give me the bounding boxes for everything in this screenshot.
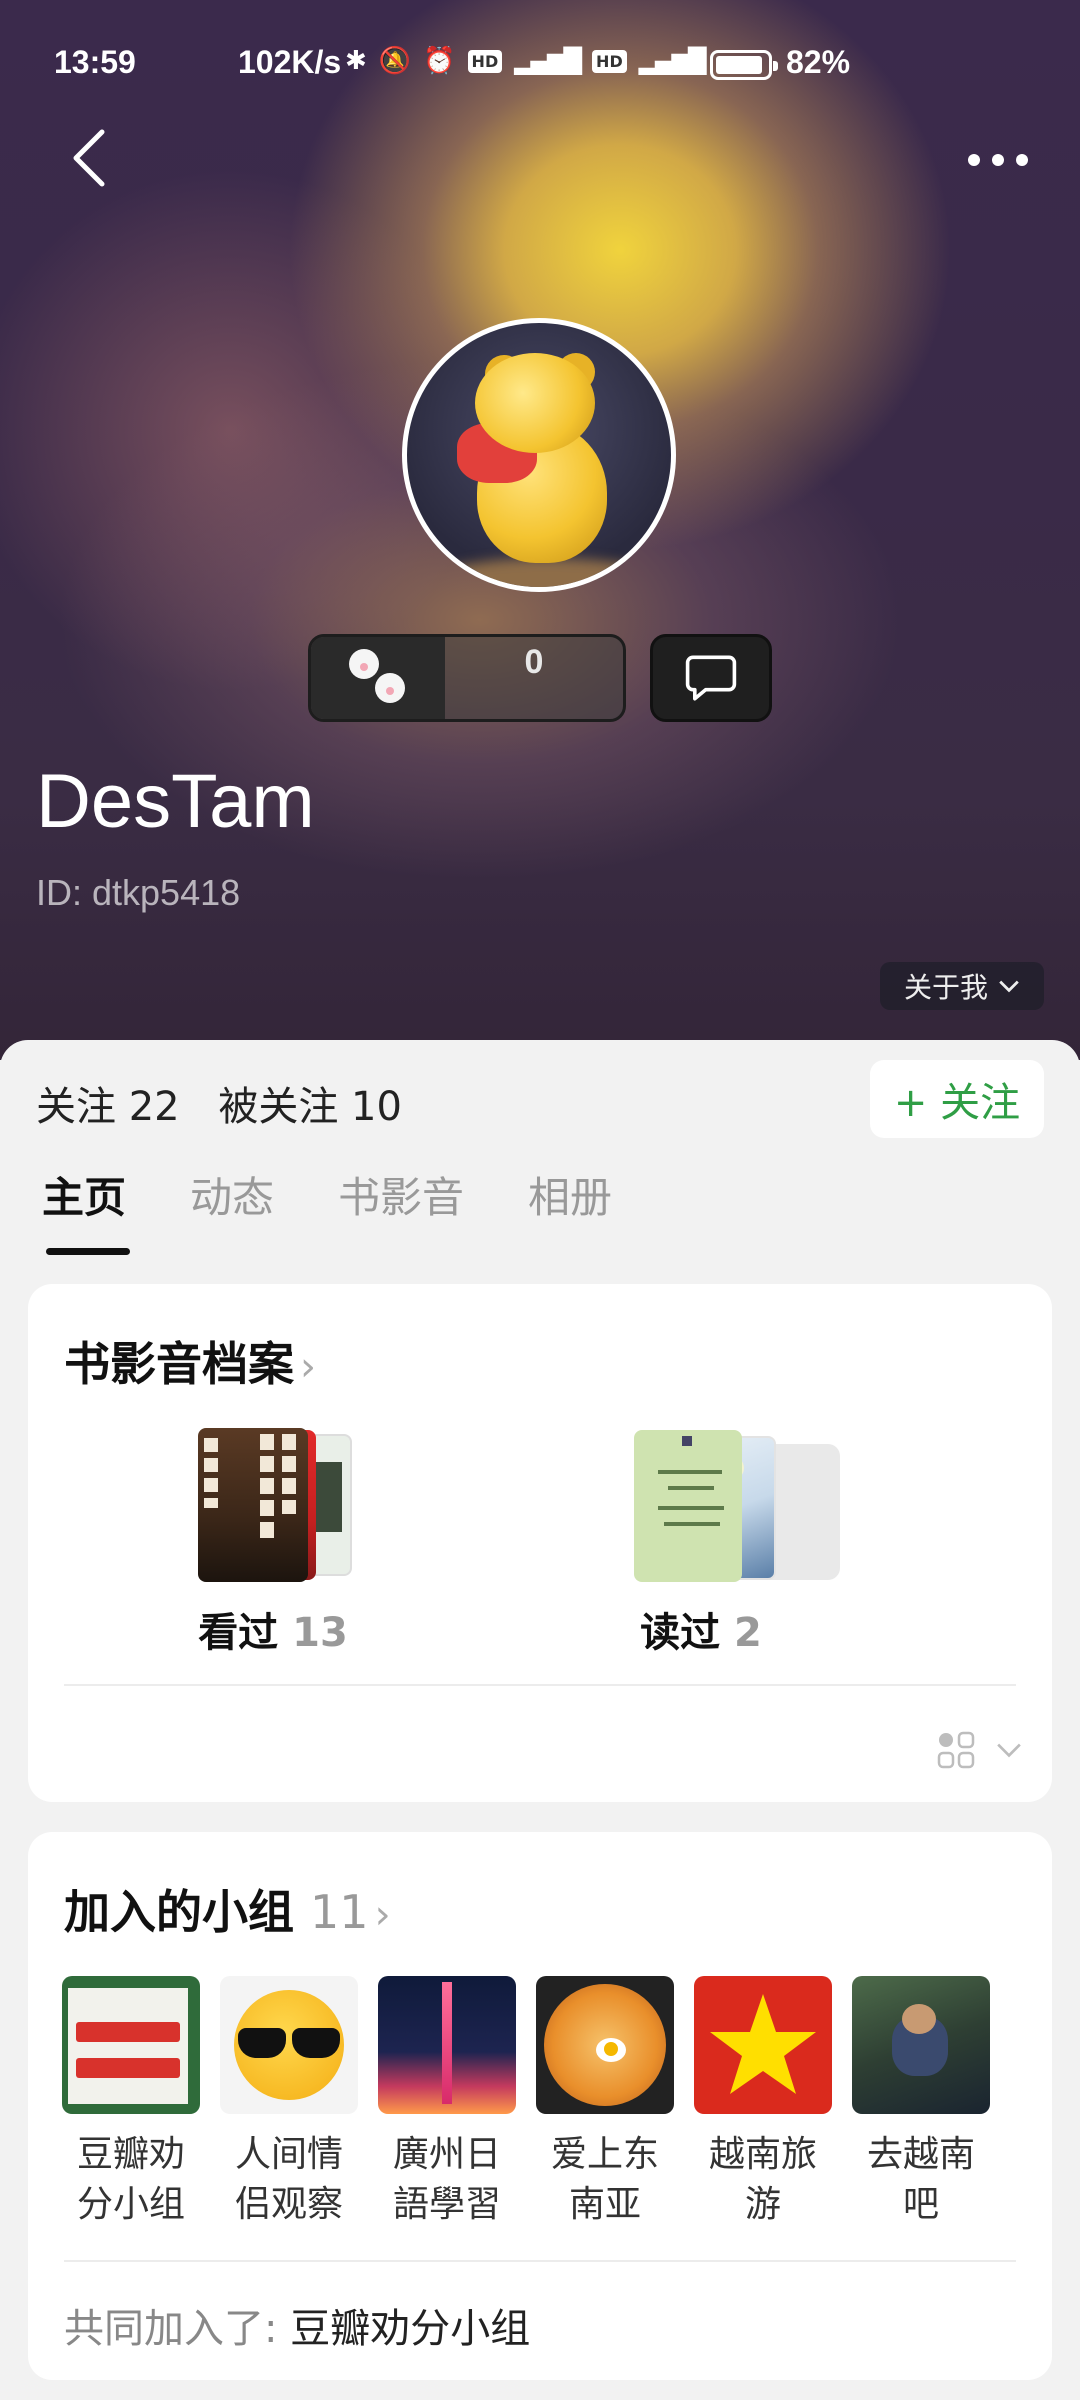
tab-home[interactable]: 主页	[42, 1164, 126, 1225]
signal-4g-icon: ▂▄▆█	[638, 47, 707, 75]
tab-album[interactable]: 相册	[528, 1164, 612, 1225]
battery-percent: 82%	[786, 44, 851, 80]
group-thumbnail	[536, 1976, 674, 2114]
message-button[interactable]	[650, 634, 772, 722]
view-toggle-button[interactable]	[936, 1730, 1022, 1770]
tab-activity[interactable]: 动态	[190, 1164, 274, 1225]
group-name: 人间情侣观察	[234, 2134, 343, 2225]
profile-tabs: 主页 动态 书影音 相册	[42, 1164, 676, 1225]
watched-stat[interactable]: 看过 13	[198, 1600, 348, 1658]
more-dots-icon	[968, 154, 1028, 166]
chevron-right-icon: ›	[374, 1892, 391, 1938]
group-name: 爱上东南亚	[550, 2134, 659, 2225]
group-thumbnail	[694, 1976, 832, 2114]
common-group-name: 豆瓣劝分小组	[290, 2306, 531, 2352]
group-name: 廣州日語學習	[392, 2134, 501, 2225]
common-groups[interactable]: 共同加入了: 豆瓣劝分小组	[64, 2296, 530, 2354]
avatar[interactable]	[402, 318, 676, 592]
group-thumbnail	[378, 1976, 516, 2114]
hd-icon: HD	[592, 49, 627, 73]
chat-bubble-icon	[685, 655, 737, 701]
divider	[64, 1684, 1016, 1686]
paw-icon	[311, 637, 445, 719]
tab-media[interactable]: 书影音	[338, 1164, 464, 1225]
group-item[interactable]: 廣州日語學習	[378, 1976, 516, 2230]
follow-stats: 关注 22 被关注 10	[36, 1074, 428, 1132]
group-list: 豆瓣劝分小组 人间情侣观察 廣州日語學習 爱上东南亚 越南旅游 去越南吧	[62, 1976, 990, 2230]
chevron-down-icon	[999, 980, 1019, 993]
status-icons: ✱ 🔕 ⏰ HD ▂▄▆█ HD ▂▄▆█	[345, 46, 707, 76]
chevron-right-icon: ›	[300, 1344, 316, 1390]
following-count[interactable]: 关注 22	[36, 1084, 180, 1130]
group-thumbnail	[852, 1976, 990, 2114]
more-button[interactable]	[966, 140, 1030, 180]
group-thumbnail	[220, 1976, 358, 2114]
group-item[interactable]: 人间情侣观察	[220, 1976, 358, 2230]
joined-groups-card: 加入的小组 11 › 豆瓣劝分小组 人间情侣观察 廣州日語學習 爱上东南亚 越南…	[28, 1832, 1052, 2380]
profile-name: DesTam	[36, 759, 315, 844]
chevron-down-icon	[997, 1743, 1021, 1758]
group-item[interactable]: 豆瓣劝分小组	[62, 1976, 200, 2230]
paw-like-widget[interactable]: 0	[308, 634, 626, 722]
hd-icon: HD	[467, 49, 503, 73]
media-archive-card: 书影音档案 › 看过 13 读过 2	[28, 1284, 1052, 1802]
group-item[interactable]: 去越南吧	[852, 1976, 990, 2230]
chevron-left-icon	[73, 129, 105, 187]
profile-header: 13:59 102K/s ✱ 🔕 ⏰ HD ▂▄▆█ HD ▂▄▆█ 82% 0…	[0, 0, 1080, 1060]
battery-icon	[710, 50, 778, 80]
about-me-button[interactable]: 关于我	[880, 962, 1044, 1010]
bluetooth-icon: ✱	[345, 46, 367, 76]
about-me-label: 关于我	[903, 971, 988, 1004]
divider	[64, 2260, 1016, 2262]
follow-button[interactable]: + 关注	[870, 1060, 1044, 1138]
status-time: 13:59	[54, 44, 136, 80]
common-groups-label: 共同加入了:	[64, 2306, 291, 2352]
paw-count: 0	[524, 643, 544, 681]
read-cover-1	[634, 1430, 742, 1582]
group-name: 去越南吧	[866, 2134, 975, 2225]
group-name: 越南旅游	[708, 2134, 817, 2225]
star-icon	[710, 1994, 816, 2094]
joined-groups-title[interactable]: 加入的小组 11 ›	[64, 1876, 391, 1942]
media-archive-title[interactable]: 书影音档案 ›	[64, 1328, 316, 1394]
group-thumbnail	[62, 1976, 200, 2114]
back-button[interactable]	[62, 128, 122, 188]
alarm-icon: ⏰	[423, 46, 456, 76]
profile-id: ID: dtkp5418	[36, 872, 241, 913]
active-tab-indicator	[46, 1248, 130, 1255]
followers-count[interactable]: 被关注 10	[218, 1084, 402, 1130]
grid-view-icon	[937, 1731, 975, 1769]
status-bar: 13:59 102K/s ✱ 🔕 ⏰ HD ▂▄▆█ HD ▂▄▆█ 82%	[0, 40, 1080, 90]
network-speed: 102K/s	[238, 44, 342, 80]
group-name: 豆瓣劝分小组	[76, 2134, 185, 2225]
watched-cover-1	[198, 1428, 308, 1582]
read-stat[interactable]: 读过 2	[626, 1600, 776, 1658]
group-item[interactable]: 爱上东南亚	[536, 1976, 674, 2230]
mute-icon: 🔕	[378, 46, 412, 76]
signal-4g-icon: ▂▄▆█	[514, 47, 582, 75]
group-item[interactable]: 越南旅游	[694, 1976, 832, 2230]
